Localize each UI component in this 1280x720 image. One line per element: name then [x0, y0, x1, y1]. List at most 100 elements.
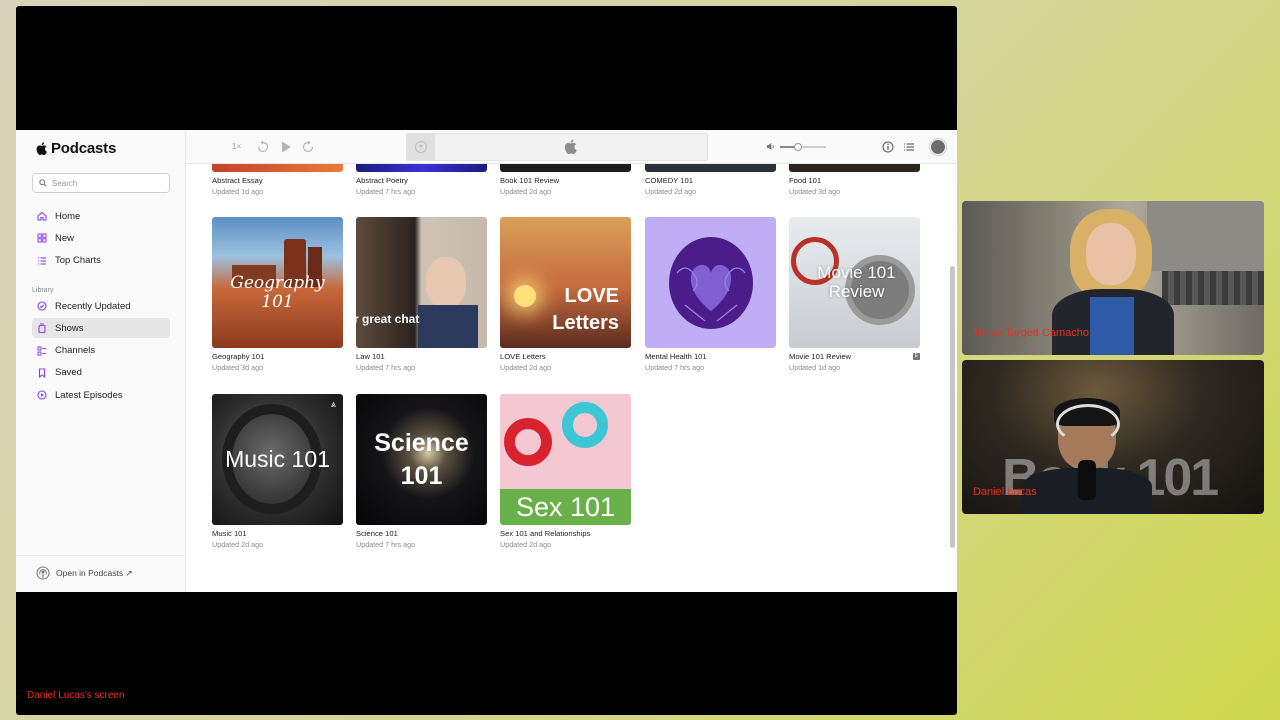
play-circle-icon	[37, 390, 47, 400]
show-tile[interactable]: Food 101 Updated 3d ago	[789, 164, 920, 196]
open-in-podcasts-link[interactable]: Open in Podcasts ↗	[36, 566, 133, 580]
bookmark-icon	[37, 368, 47, 378]
nav-label: Saved	[55, 367, 82, 379]
home-icon	[37, 211, 47, 221]
show-updated: Updated 7 hrs ago	[356, 363, 416, 372]
grid-icon	[37, 233, 47, 243]
main-nav: Home New Top Charts	[32, 206, 170, 273]
account-avatar[interactable]	[930, 139, 946, 155]
list-icon	[37, 256, 47, 266]
show-title: Abstract Poetry	[356, 176, 408, 185]
screen-share-label: Daniel Lucas's screen	[27, 690, 125, 701]
show-artwork	[645, 217, 776, 348]
show-tile[interactable]: ⩓ Music 101 Music 101 Updated 2d ago	[212, 394, 343, 549]
participant-face	[1086, 223, 1136, 285]
headphones-icon	[1056, 404, 1120, 444]
show-updated: Updated 1d ago	[212, 187, 264, 196]
show-tile[interactable]: Abstract Essay Updated 1d ago	[212, 164, 343, 196]
show-tile[interactable]: Book 101 Review Updated 2d ago	[500, 164, 631, 196]
backsplash	[1162, 271, 1264, 305]
now-playing-artwork	[407, 134, 435, 160]
nav-label: Top Charts	[55, 255, 101, 267]
volume-knob[interactable]	[794, 142, 803, 151]
show-tile[interactable]: Mental Health 101 Updated 7 hrs ago	[645, 217, 776, 372]
skip-back-icon[interactable]	[256, 140, 270, 154]
show-tile[interactable]: COMEDY 101 Updated 2d ago	[645, 164, 776, 196]
playback-speed-button[interactable]: 1×	[232, 142, 241, 151]
nav-home[interactable]: Home	[32, 206, 170, 226]
show-artwork	[645, 164, 776, 172]
search-icon	[39, 179, 47, 187]
show-updated: Updated 2d ago	[500, 540, 552, 549]
volume-control[interactable]	[766, 142, 826, 151]
show-artwork-text: Science 101	[374, 429, 469, 490]
kitchen-cabinets	[1147, 201, 1264, 271]
open-in-podcasts-label: Open in Podcasts ↗	[56, 567, 133, 578]
show-tile[interactable]: Geography 101 Geography 101 Updated 3d a…	[212, 217, 343, 372]
search-box[interactable]	[32, 173, 170, 193]
library-nav: Recently Updated Shows Channels Saved La…	[32, 296, 170, 407]
show-title: Music 101	[212, 529, 247, 538]
podcasts-icon	[415, 141, 427, 153]
brand: Podcasts	[36, 140, 116, 157]
anchor-logo-icon: ⩓	[330, 399, 336, 409]
app-title: Podcasts	[51, 140, 117, 157]
show-updated: Updated 7 hrs ago	[645, 363, 705, 372]
nav-latest-episodes[interactable]: Latest Episodes	[32, 385, 170, 405]
search-input[interactable]	[52, 178, 162, 188]
show-tile[interactable]: LOVE Letters LOVE Letters Updated 2d ago	[500, 217, 631, 372]
participant-shirt	[1090, 297, 1134, 355]
nav-label: Channels	[55, 345, 96, 357]
nav-new[interactable]: New	[32, 228, 170, 248]
nav-label: Recently Updated	[55, 300, 131, 312]
microphone-icon	[1078, 460, 1096, 500]
show-title: LOVE Letters	[500, 352, 546, 361]
show-tile[interactable]: Abstract Poetry Updated 7 hrs ago	[356, 164, 487, 196]
nav-saved[interactable]: Saved	[32, 363, 170, 383]
play-icon[interactable]	[279, 140, 293, 154]
show-artwork: Sex 101	[500, 394, 631, 525]
nav-top-charts[interactable]: Top Charts	[32, 251, 170, 271]
show-artwork-text: Sex 101	[515, 492, 616, 523]
show-updated: Updated 7 hrs ago	[356, 540, 416, 549]
show-artwork	[789, 164, 920, 172]
show-artwork: Science 101	[356, 394, 487, 525]
shows-grid: Abstract Essay Updated 1d ago Abstract P…	[212, 164, 932, 592]
nav-label: New	[55, 232, 75, 244]
nav-recently-updated[interactable]: Recently Updated	[32, 296, 170, 316]
show-artwork	[356, 164, 487, 172]
info-icon[interactable]	[882, 141, 894, 153]
participant-name: Tanya Targett Camacho	[973, 327, 1089, 339]
volume-slider[interactable]	[780, 142, 826, 151]
show-updated: Updated 3d ago	[212, 363, 264, 372]
nav-shows[interactable]: Shows	[32, 318, 170, 339]
main-content: Abstract Essay Updated 1d ago Abstract P…	[186, 130, 957, 592]
participant-video: Tanya Targett Camacho	[962, 201, 1264, 355]
show-updated: Updated 3d ago	[789, 187, 841, 196]
clock-check-icon	[37, 301, 47, 311]
nav-channels[interactable]: Channels	[32, 341, 170, 361]
channels-icon	[37, 346, 47, 356]
nav-label: Latest Episodes	[55, 389, 123, 401]
show-tile[interactable]: Sex 101 Sex 101 and Relationships Update…	[500, 394, 631, 549]
speaker-icon	[766, 142, 774, 151]
show-artwork: Geography 101	[212, 217, 343, 348]
show-updated: Updated 2d ago	[645, 187, 697, 196]
top-right-icons	[882, 139, 946, 155]
scrollbar[interactable]	[950, 266, 955, 548]
show-tile[interactable]: Science 101 Science 101 Updated 7 hrs ag…	[356, 394, 487, 549]
show-artwork-text: LOVE Letters	[552, 285, 619, 334]
show-tile[interactable]: Movie 101 Review Movie 101 Review E Upda…	[789, 217, 920, 372]
show-title: Law 101	[356, 352, 385, 361]
show-artwork	[500, 164, 631, 172]
queue-list-icon[interactable]	[903, 141, 915, 153]
show-artwork: Movie 101 Review	[789, 217, 920, 348]
skip-forward-icon[interactable]	[301, 140, 315, 154]
show-tile[interactable]: r great chat Law 101 Updated 7 hrs ago	[356, 217, 487, 372]
show-title: COMEDY 101	[645, 176, 693, 185]
show-title: Book 101 Review	[500, 176, 560, 185]
shared-screen: Podcasts Home	[16, 6, 957, 715]
participant-name: Daniel Lucas	[973, 486, 1037, 498]
podcasts-app: Podcasts Home	[16, 130, 957, 592]
show-title: Abstract Essay	[212, 176, 263, 185]
